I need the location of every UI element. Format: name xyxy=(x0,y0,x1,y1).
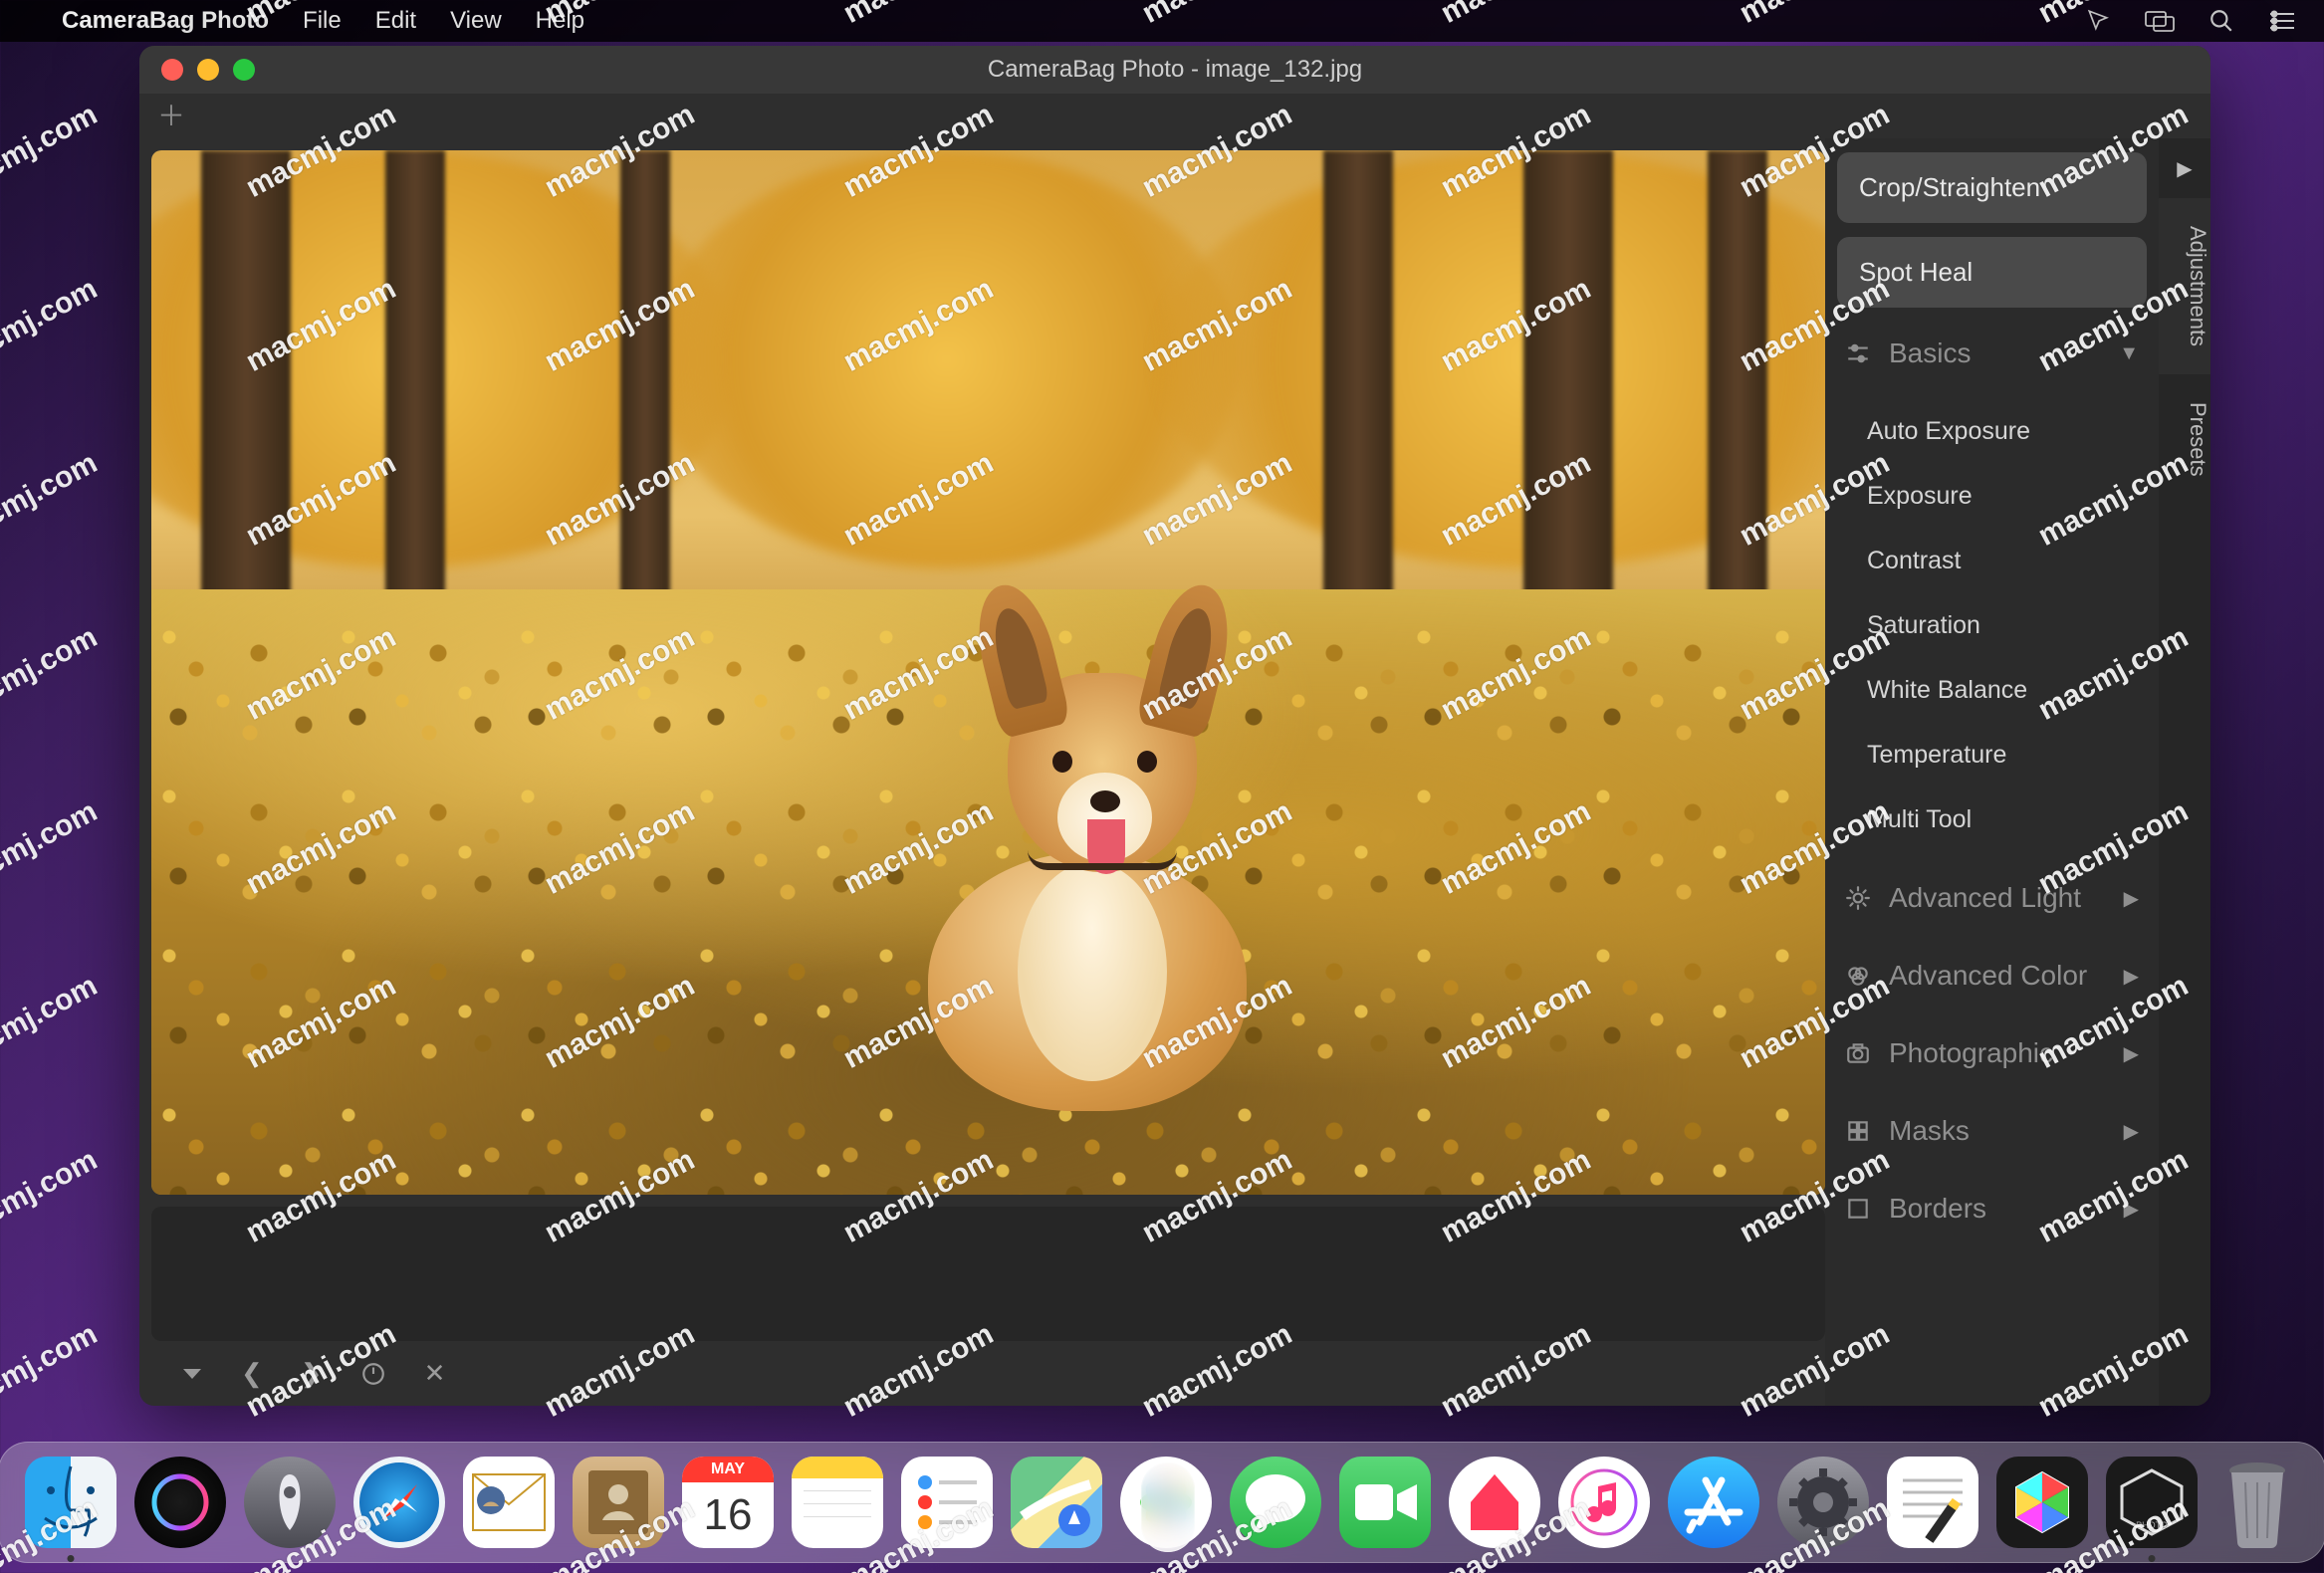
dock-siri-icon[interactable] xyxy=(134,1457,226,1548)
app-name-menu[interactable]: CameraBag Photo xyxy=(62,7,269,35)
spotlight-search-icon[interactable] xyxy=(2208,8,2234,34)
document-tab-bar: ＋ xyxy=(139,94,2210,138)
dock-maps-icon[interactable] xyxy=(1011,1457,1102,1548)
adjust-saturation[interactable]: Saturation xyxy=(1837,593,2147,658)
mac-menu-bar: CameraBag Photo File Edit View Help xyxy=(0,0,2324,42)
dock-mail-icon[interactable] xyxy=(463,1457,555,1548)
dock-textedit-icon[interactable] xyxy=(1887,1457,1978,1548)
section-advanced-light[interactable]: Advanced Light ▶ xyxy=(1837,866,2147,930)
section-advanced-color[interactable]: Advanced Color ▶ xyxy=(1837,944,2147,1008)
section-masks[interactable]: Masks ▶ xyxy=(1837,1099,2147,1163)
redo-button[interactable]: ❯ xyxy=(301,1358,323,1389)
dock-appstore-icon[interactable] xyxy=(1668,1457,1759,1548)
adjustments-panel: Crop/Straighten Spot Heal Basics ▼ Auto … xyxy=(1825,138,2159,1406)
window-title: CameraBag Photo - image_132.jpg xyxy=(139,56,2210,84)
screen-mirroring-icon[interactable] xyxy=(2145,9,2175,33)
tab-presets[interactable]: Presets xyxy=(2159,374,2210,505)
undo-button[interactable]: ❮ xyxy=(241,1358,263,1389)
adjust-auto-exposure[interactable]: Auto Exposure xyxy=(1837,399,2147,464)
dock-system-preferences-icon[interactable] xyxy=(1777,1457,1869,1548)
app-window: CameraBag Photo - image_132.jpg ＋ xyxy=(139,46,2210,1406)
mask-icon xyxy=(1845,1118,1871,1144)
dock-camerabag-icon[interactable]: PHOTO xyxy=(2106,1457,2198,1548)
crop-straighten-button[interactable]: Crop/Straighten xyxy=(1837,152,2147,223)
image-canvas[interactable] xyxy=(151,150,1825,1195)
section-borders-label: Borders xyxy=(1889,1193,2106,1225)
section-advanced-color-label: Advanced Color xyxy=(1889,960,2106,992)
menu-view[interactable]: View xyxy=(450,7,502,35)
dock-safari-icon[interactable] xyxy=(353,1457,445,1548)
window-titlebar[interactable]: CameraBag Photo - image_132.jpg xyxy=(139,46,2210,94)
svg-text:PHOTO: PHOTO xyxy=(2136,1520,2168,1530)
edited-photo xyxy=(151,150,1825,1195)
section-masks-label: Masks xyxy=(1889,1115,2106,1147)
section-advanced-light-label: Advanced Light xyxy=(1889,882,2106,914)
section-borders[interactable]: Borders ▶ xyxy=(1837,1177,2147,1240)
mac-dock: MAY 16 PHOTO xyxy=(0,1442,2324,1563)
adjust-exposure[interactable]: Exposure xyxy=(1837,464,2147,529)
window-close-button[interactable] xyxy=(161,59,183,81)
dock-calendar-icon[interactable]: MAY 16 xyxy=(682,1457,774,1548)
adjust-multi-tool[interactable]: Multi Tool xyxy=(1837,787,2147,852)
dock-news-icon[interactable] xyxy=(1449,1457,1540,1548)
camera-icon xyxy=(1845,1040,1871,1066)
sliders-icon xyxy=(1845,340,1871,366)
menu-file[interactable]: File xyxy=(303,7,342,35)
dock-notes-icon[interactable] xyxy=(792,1457,883,1548)
color-wheel-icon xyxy=(1845,963,1871,989)
chevron-right-icon: ▶ xyxy=(2124,964,2139,989)
calendar-day-label: 16 xyxy=(682,1482,774,1548)
section-basics-label: Basics xyxy=(1889,337,2101,369)
dock-messages-icon[interactable] xyxy=(1230,1457,1321,1548)
canvas-toolbar: ❮ ❯ ✕ xyxy=(151,1341,1825,1406)
dock-finder-icon[interactable] xyxy=(25,1457,116,1548)
calendar-month-label: MAY xyxy=(682,1457,774,1482)
section-photographic-label: Photographic xyxy=(1889,1037,2106,1069)
dock-launchpad-icon[interactable] xyxy=(244,1457,336,1548)
border-icon xyxy=(1845,1196,1871,1222)
dock-facetime-icon[interactable] xyxy=(1339,1457,1431,1548)
spot-heal-button[interactable]: Spot Heal xyxy=(1837,237,2147,308)
window-zoom-button[interactable] xyxy=(233,59,255,81)
chevron-right-icon: ▶ xyxy=(2124,1197,2139,1222)
menu-help[interactable]: Help xyxy=(536,7,584,35)
sun-icon xyxy=(1845,885,1871,911)
section-basics[interactable]: Basics ▼ xyxy=(1837,322,2147,385)
tab-adjustments[interactable]: Adjustments xyxy=(2159,198,2210,374)
window-minimize-button[interactable] xyxy=(197,59,219,81)
basics-items: Auto Exposure Exposure Contrast Saturati… xyxy=(1837,399,2147,852)
section-photographic[interactable]: Photographic ▶ xyxy=(1837,1021,2147,1085)
dock-reminders-icon[interactable] xyxy=(901,1457,993,1548)
chevron-down-icon: ▼ xyxy=(2119,342,2139,365)
clear-button[interactable]: ✕ xyxy=(424,1358,446,1389)
filmstrip-panel[interactable] xyxy=(151,1207,1825,1341)
adjust-contrast[interactable]: Contrast xyxy=(1837,529,2147,593)
menu-edit[interactable]: Edit xyxy=(375,7,416,35)
cursor-icon[interactable] xyxy=(2085,8,2111,34)
dock-digital-colormeter-icon[interactable] xyxy=(1996,1457,2088,1548)
dock-trash-icon[interactable] xyxy=(2215,1455,2299,1550)
chevron-right-icon: ▶ xyxy=(2124,1119,2139,1144)
collapse-panel-button[interactable]: ▶ xyxy=(2159,138,2210,198)
adjust-temperature[interactable]: Temperature xyxy=(1837,723,2147,787)
photo-subject-dog xyxy=(888,593,1306,1111)
history-dropdown-icon[interactable] xyxy=(181,1366,203,1382)
new-tab-button[interactable]: ＋ xyxy=(157,103,185,130)
reset-button[interactable] xyxy=(360,1361,386,1387)
panel-side-tabs: ▶ Adjustments Presets xyxy=(2159,138,2210,1406)
adjust-white-balance[interactable]: White Balance xyxy=(1837,658,2147,723)
chevron-right-icon: ▶ xyxy=(2124,1041,2139,1066)
dock-contacts-icon[interactable] xyxy=(573,1457,664,1548)
chevron-right-icon: ▶ xyxy=(2124,886,2139,911)
dock-music-icon[interactable] xyxy=(1558,1457,1650,1548)
control-center-icon[interactable] xyxy=(2268,10,2296,32)
dock-separator xyxy=(1141,1462,1195,1552)
